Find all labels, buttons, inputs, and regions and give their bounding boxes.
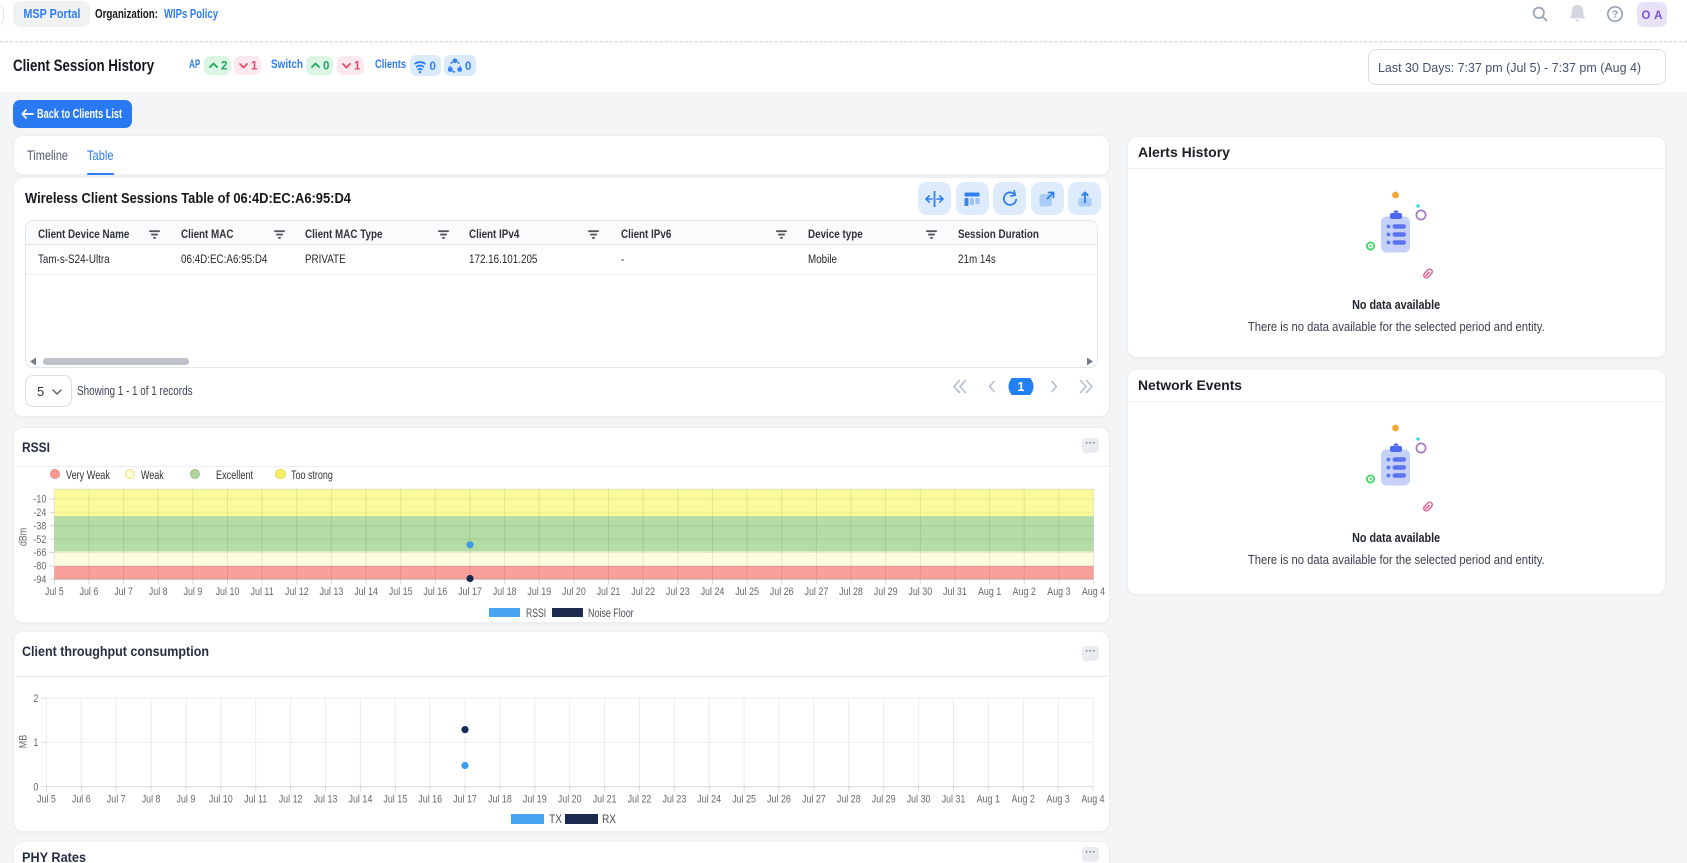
svg-text:0: 0 [33,781,38,793]
svg-text:Jul 7: Jul 7 [114,586,133,598]
svg-text:Jul 18: Jul 18 [493,586,517,598]
svg-text:Jul 20: Jul 20 [562,586,586,598]
svg-text:-94: -94 [33,574,46,586]
svg-text:?: ? [1612,10,1618,21]
svg-text:1: 1 [33,737,38,749]
svg-text:Jul 26: Jul 26 [770,586,794,598]
svg-text:Jul 21: Jul 21 [597,586,621,598]
svg-text:Jul 29: Jul 29 [872,793,896,805]
svg-text:Jul 22: Jul 22 [628,793,652,805]
svg-text:Jul 24: Jul 24 [697,793,721,805]
svg-text:Jul 18: Jul 18 [488,793,512,805]
svg-text:Jul 25: Jul 25 [735,586,759,598]
svg-text:Jul 11: Jul 11 [251,586,274,598]
svg-text:Aug 1: Aug 1 [977,793,1000,805]
svg-text:0: 0 [430,61,436,73]
svg-text:Jul 31: Jul 31 [943,586,967,598]
svg-text:Jul 5: Jul 5 [37,793,56,805]
svg-text:Jul 23: Jul 23 [666,586,690,598]
svg-text:Aug 2: Aug 2 [1012,793,1035,805]
svg-text:Jul 26: Jul 26 [767,793,791,805]
svg-text:Jul 13: Jul 13 [320,586,344,598]
svg-text:0: 0 [323,60,329,72]
svg-text:1: 1 [354,60,361,72]
svg-text:Jul 14: Jul 14 [349,793,373,805]
svg-text:Jul 10: Jul 10 [209,793,233,805]
svg-text:Jul 22: Jul 22 [631,586,655,598]
svg-text:Aug 2: Aug 2 [1013,586,1036,598]
svg-text:Jul 30: Jul 30 [907,793,931,805]
svg-text:Jul 5: Jul 5 [45,586,64,598]
svg-text:Jul 14: Jul 14 [354,586,378,598]
svg-text:MB: MB [18,735,30,748]
svg-text:Jul 6: Jul 6 [72,793,91,805]
svg-text:Jul 30: Jul 30 [908,586,932,598]
svg-text:Jul 7: Jul 7 [107,793,126,805]
svg-text:Aug 3: Aug 3 [1047,586,1070,598]
svg-text:Jul 16: Jul 16 [423,586,447,598]
svg-text:Jul 21: Jul 21 [593,793,617,805]
svg-text:Jul 16: Jul 16 [418,793,442,805]
svg-text:2: 2 [33,693,38,705]
svg-text:-80: -80 [33,561,46,573]
svg-text:Jul 10: Jul 10 [216,586,240,598]
svg-text:-24: -24 [33,507,46,519]
svg-text:Aug 3: Aug 3 [1046,793,1069,805]
svg-text:Jul 28: Jul 28 [839,586,863,598]
svg-text:Jul 6: Jul 6 [80,586,99,598]
svg-text:Jul 15: Jul 15 [383,793,407,805]
svg-text:Jul 11: Jul 11 [244,793,267,805]
svg-text:Jul 9: Jul 9 [177,793,196,805]
svg-text:0: 0 [465,61,471,73]
svg-text:1: 1 [251,60,258,72]
svg-text:Jul 12: Jul 12 [279,793,303,805]
svg-text:Jul 23: Jul 23 [663,793,687,805]
svg-text:Jul 19: Jul 19 [527,586,551,598]
svg-text:Jul 25: Jul 25 [732,793,756,805]
svg-text:Jul 19: Jul 19 [523,793,547,805]
svg-text:Jul 17: Jul 17 [453,793,477,805]
svg-text:Jul 29: Jul 29 [874,586,898,598]
svg-text:-66: -66 [33,547,46,559]
svg-text:Jul 28: Jul 28 [837,793,861,805]
svg-text:Jul 8: Jul 8 [149,586,168,598]
svg-text:Jul 17: Jul 17 [458,586,482,598]
svg-text:-38: -38 [33,520,46,532]
svg-text:Jul 24: Jul 24 [701,586,725,598]
svg-text:Jul 12: Jul 12 [285,586,309,598]
svg-text:-52: -52 [33,534,46,546]
svg-text:-10: -10 [33,494,46,506]
svg-text:Aug 1: Aug 1 [978,586,1001,598]
svg-text:Jul 27: Jul 27 [805,586,829,598]
svg-text:Aug 4: Aug 4 [1081,793,1104,805]
svg-text:Jul 13: Jul 13 [314,793,338,805]
svg-text:Jul 15: Jul 15 [389,586,413,598]
svg-text:Jul 8: Jul 8 [142,793,161,805]
svg-text:1: 1 [1018,380,1025,394]
svg-text:Aug 4: Aug 4 [1082,586,1105,598]
svg-text:Jul 20: Jul 20 [558,793,582,805]
svg-text:Jul 31: Jul 31 [942,793,966,805]
svg-text:Jul 9: Jul 9 [184,586,203,598]
svg-text:dBm: dBm [18,528,30,546]
svg-text:Jul 27: Jul 27 [802,793,826,805]
svg-text:2: 2 [221,60,227,72]
